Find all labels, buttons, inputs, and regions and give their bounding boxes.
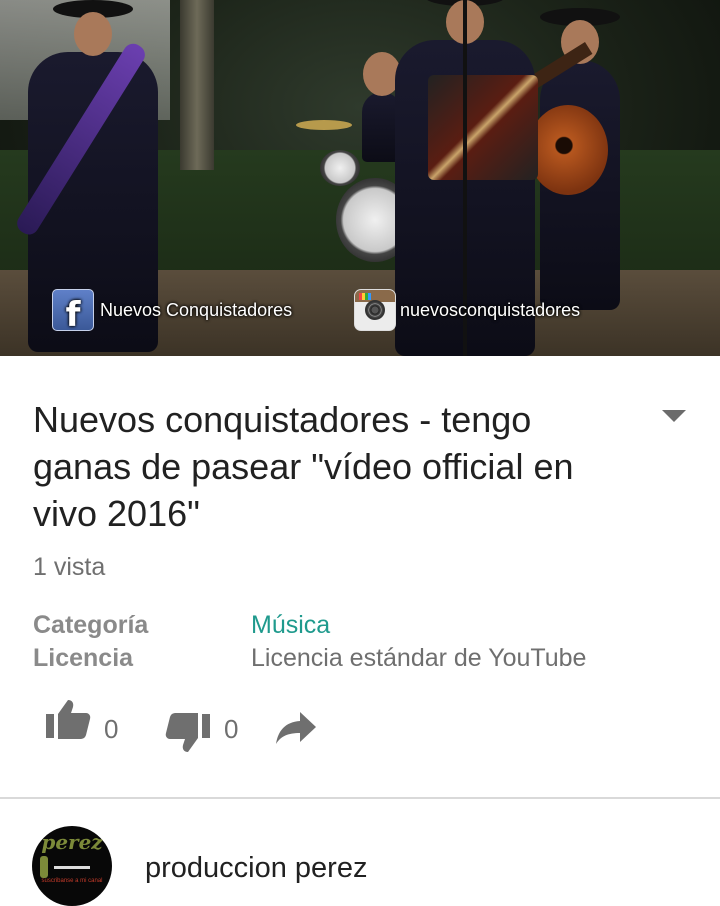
channel-name[interactable]: produccion perez [145,852,367,885]
video-accordion [428,75,538,180]
avatar-rifle [54,866,90,869]
instagram-overlay-label: nuevosconquistadores [400,299,581,320]
instagram-overlay: nuevosconquistadores [354,288,580,332]
facebook-overlay: f Nuevos Conquistadores [52,288,292,332]
video-guitar-body [528,105,608,195]
instagram-icon-lens [365,300,385,320]
video-drum-tom [320,150,360,186]
instagram-icon [354,289,396,331]
view-count: 1 vista [33,553,106,581]
license-label: Licencia [33,644,134,672]
dislike-count: 0 [224,714,239,744]
avatar-logo-text: perez [41,830,103,854]
video-background-tree [180,0,214,170]
license-value: Licencia estándar de YouTube [251,644,587,672]
facebook-overlay-label: Nuevos Conquistadores [100,299,293,320]
channel-avatar[interactable]: perez suscribanse a mi canal [32,826,112,906]
video-cymbal [296,120,352,130]
category-label: Categoría [33,611,149,639]
avatar-figure [40,856,48,878]
instagram-icon-stripe [359,293,371,300]
like-count: 0 [104,714,119,744]
thumbs-down-icon[interactable] [164,710,212,754]
musician-head [74,12,112,56]
expand-chevron-icon[interactable] [662,410,686,422]
share-icon[interactable] [274,710,318,746]
thumbs-up-icon[interactable] [44,698,92,742]
avatar-logo-subtext: suscribanse a mi canal [41,878,103,884]
video-title: Nuevos conquistadores - tengo ganas de p… [33,399,574,534]
video-player[interactable]: f Nuevos Conquistadores nuevosconquistad… [0,0,720,356]
section-divider [0,797,720,799]
category-link[interactable]: Música [251,611,330,640]
facebook-icon: f [52,289,94,331]
